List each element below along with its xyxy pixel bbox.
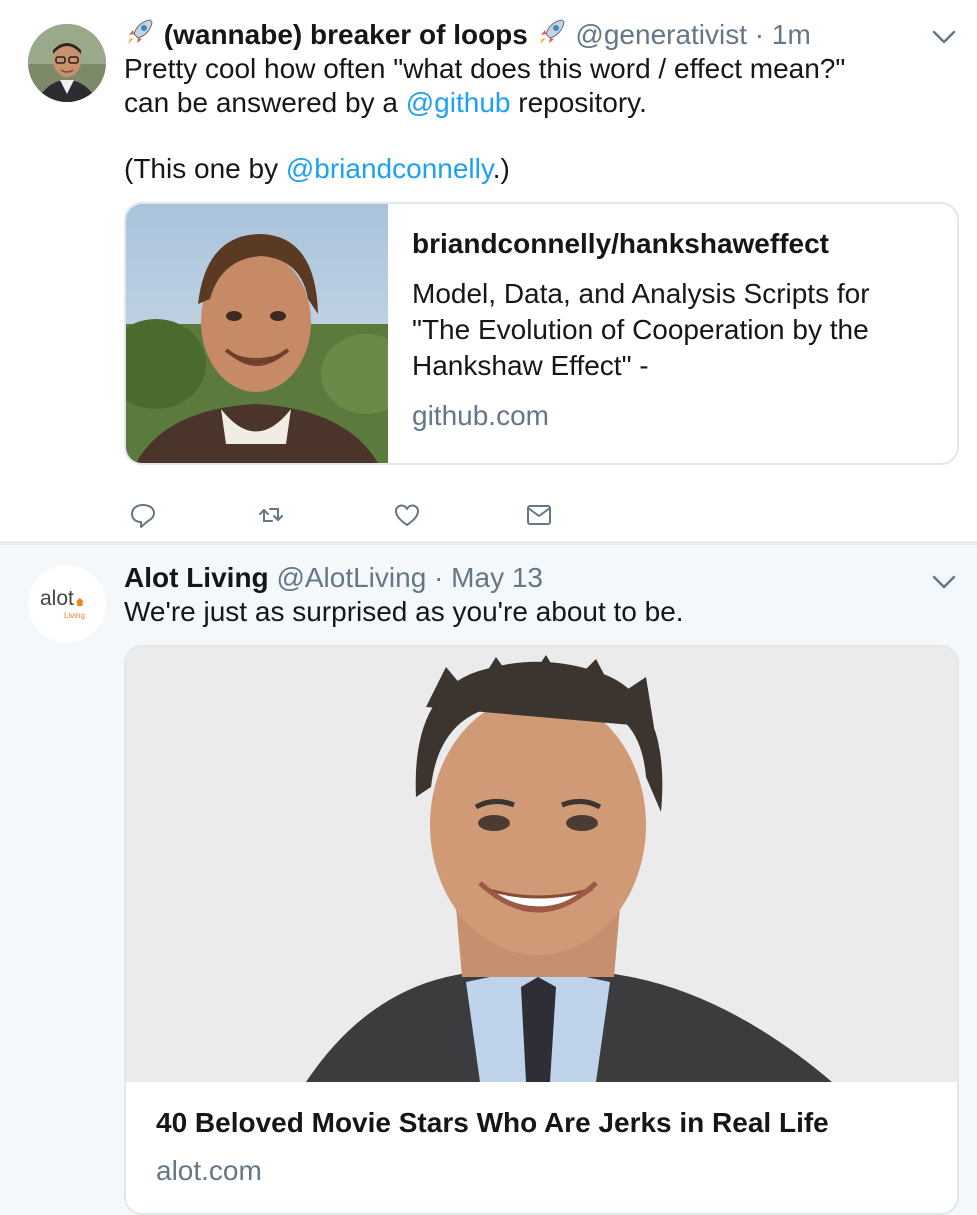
chevron-down-icon[interactable]: [930, 569, 958, 593]
card-title[interactable]: 40 Beloved Movie Stars Who Are Jerks in …: [156, 1107, 829, 1139]
tweet-alotliving[interactable]: alot Living Alot Living @AlotLiving · Ma…: [0, 545, 977, 1215]
tweet-header: (wannabe) breaker of loops @generativist…: [124, 16, 811, 52]
house-icon: [75, 598, 84, 606]
like-icon[interactable]: [392, 500, 422, 530]
tweet-text-line: We're just as surprised as you're about …: [124, 596, 684, 627]
card-domain: alot.com: [156, 1155, 262, 1186]
logo-subtext: Living: [64, 611, 85, 620]
link-card-github[interactable]: briandconnelly/hankshaweffect Model, Dat…: [124, 202, 959, 465]
separator-dot: ·: [747, 19, 772, 50]
text-segment: repository.: [510, 87, 647, 118]
display-name[interactable]: (wannabe) breaker of loops: [164, 19, 528, 50]
mention-briandconnelly[interactable]: @briandconnelly: [286, 153, 493, 184]
timestamp[interactable]: 1m: [772, 19, 811, 50]
display-name[interactable]: Alot Living: [124, 562, 269, 593]
avatar-generativist[interactable]: [28, 24, 106, 102]
link-card-alot[interactable]: 40 Beloved Movie Stars Who Are Jerks in …: [124, 645, 959, 1215]
user-handle[interactable]: @AlotLiving: [276, 562, 426, 593]
message-icon[interactable]: [524, 500, 554, 530]
card-description: Model, Data, and Analysis Scripts for "T…: [412, 278, 870, 381]
tweet-text-line: (This one by @briandconnelly.): [124, 152, 510, 186]
retweet-icon[interactable]: [256, 500, 286, 530]
card-domain: github.com: [412, 400, 549, 431]
reply-icon[interactable]: [128, 500, 158, 530]
timestamp[interactable]: May 13: [451, 562, 543, 593]
tweet-text-line: can be answered by a @github repository.: [124, 86, 647, 120]
text-segment: .): [492, 153, 510, 184]
avatar-alotliving[interactable]: alot Living: [28, 565, 106, 643]
tweet-header: Alot Living @AlotLiving · May 13: [124, 561, 543, 595]
card-title[interactable]: briandconnelly/hankshaweffect: [412, 228, 829, 260]
text-segment: can be answered by a: [124, 87, 406, 118]
alot-logo: alot: [40, 587, 84, 611]
mention-github[interactable]: @github: [406, 87, 511, 118]
rocket-icon: [536, 16, 568, 48]
tweet-generativist[interactable]: (wannabe) breaker of loops @generativist…: [0, 0, 977, 541]
logo-text: alot: [40, 587, 74, 610]
chevron-down-icon[interactable]: [930, 24, 958, 48]
tweet-text-line: Pretty cool how often "what does this wo…: [124, 53, 846, 84]
rocket-icon: [124, 16, 156, 48]
card-thumbnail[interactable]: [126, 204, 411, 463]
text-segment: (This one by: [124, 153, 286, 184]
user-handle[interactable]: @generativist: [575, 19, 747, 50]
card-image[interactable]: [126, 647, 957, 1082]
tweet-actions: [128, 500, 568, 532]
separator-dot: ·: [426, 562, 452, 593]
